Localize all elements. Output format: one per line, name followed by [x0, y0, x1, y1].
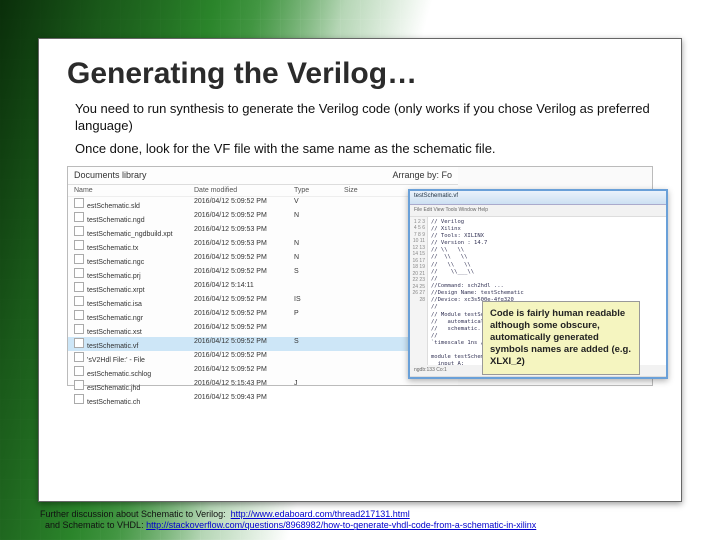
file-row[interactable]: testSchematic.isa2016/04/12 5:09:52 PMIS: [68, 295, 458, 309]
file-icon: [74, 352, 84, 362]
file-icon: [74, 282, 84, 292]
file-row[interactable]: testSchematic.tx2016/04/12 5:09:53 PMN: [68, 239, 458, 253]
file-icon: [74, 226, 84, 236]
editor-titlebar: testSchematic.vf: [410, 191, 666, 205]
editor-toolbar: File Edit View Tools Window Help: [410, 205, 666, 217]
file-icon: [74, 212, 84, 222]
paragraph-1: You need to run synthesis to generate th…: [75, 101, 653, 135]
file-icon: [74, 240, 84, 250]
file-icon: [74, 324, 84, 334]
file-columns: Name Date modified Type Size: [68, 185, 458, 197]
file-icon: [74, 310, 84, 320]
line-numbers: 1 2 3 4 5 6 7 8 9 10 11 12 13 14 15 16 1…: [410, 217, 428, 365]
file-icon: [74, 380, 84, 390]
file-explorer: Documents library Arrange by: Fo Name Da…: [68, 167, 458, 385]
col-type: Type: [294, 187, 344, 194]
file-row[interactable]: 'sV2Hdl File:' - File2016/04/12 5:09:52 …: [68, 351, 458, 365]
slide-content: Generating the Verilog… You need to run …: [38, 38, 682, 502]
file-row[interactable]: testSchematic.ch2016/04/12 5:09:43 PM: [68, 393, 458, 407]
arrange-label: Arrange by: Fo: [392, 170, 452, 181]
paragraph-2: Once done, look for the VF file with the…: [75, 141, 653, 158]
file-row[interactable]: testSchematic.xst2016/04/12 5:09:52 PM: [68, 323, 458, 337]
file-row[interactable]: testSchematic.vf2016/04/12 5:09:52 PMS: [68, 337, 458, 351]
footer-label-2: and Schematic to VHDL:: [45, 520, 144, 530]
footer: Further discussion about Schematic to Ve…: [40, 509, 680, 532]
file-row[interactable]: testSchematic.ngr2016/04/12 5:09:52 PMP: [68, 309, 458, 323]
file-row[interactable]: testSchematic.xrpt2016/04/12 5:14:11: [68, 281, 458, 295]
file-icon: [74, 268, 84, 278]
library-label: Documents library: [74, 170, 147, 181]
file-icon: [74, 366, 84, 376]
slide-title: Generating the Verilog…: [67, 57, 653, 91]
footer-link-2[interactable]: http://stackoverflow.com/questions/89689…: [146, 520, 536, 530]
embedded-screenshot: Documents library Arrange by: Fo Name Da…: [67, 166, 653, 386]
col-date: Date modified: [194, 187, 294, 194]
file-icon: [74, 394, 84, 404]
annotation-callout: Code is fairly human readable although s…: [482, 301, 640, 374]
file-list: estSchematic.sld2016/04/12 5:09:52 PMVte…: [68, 197, 458, 407]
file-row[interactable]: testSchematic.prj2016/04/12 5:09:52 PMS: [68, 267, 458, 281]
file-row[interactable]: testSchematic_ngdbuild.xpt2016/04/12 5:0…: [68, 225, 458, 239]
file-row[interactable]: estSchematic.jhd2016/04/12 5:15:43 PMJ: [68, 379, 458, 393]
file-row[interactable]: estSchematic.schlog2016/04/12 5:09:52 PM: [68, 365, 458, 379]
col-name: Name: [74, 187, 194, 194]
file-icon: [74, 254, 84, 264]
col-size: Size: [344, 187, 384, 194]
footer-link-1[interactable]: http://www.edaboard.com/thread217131.htm…: [231, 509, 410, 519]
file-icon: [74, 296, 84, 306]
file-row[interactable]: testSchematic.ngd2016/04/12 5:09:52 PMN: [68, 211, 458, 225]
footer-label-1: Further discussion about Schematic to Ve…: [40, 509, 226, 519]
file-icon: [74, 198, 84, 208]
explorer-header: Documents library Arrange by: Fo: [68, 167, 458, 185]
file-icon: [74, 338, 84, 348]
file-row[interactable]: testSchematic.ngc2016/04/12 5:09:52 PMN: [68, 253, 458, 267]
file-row[interactable]: estSchematic.sld2016/04/12 5:09:52 PMV: [68, 197, 458, 211]
